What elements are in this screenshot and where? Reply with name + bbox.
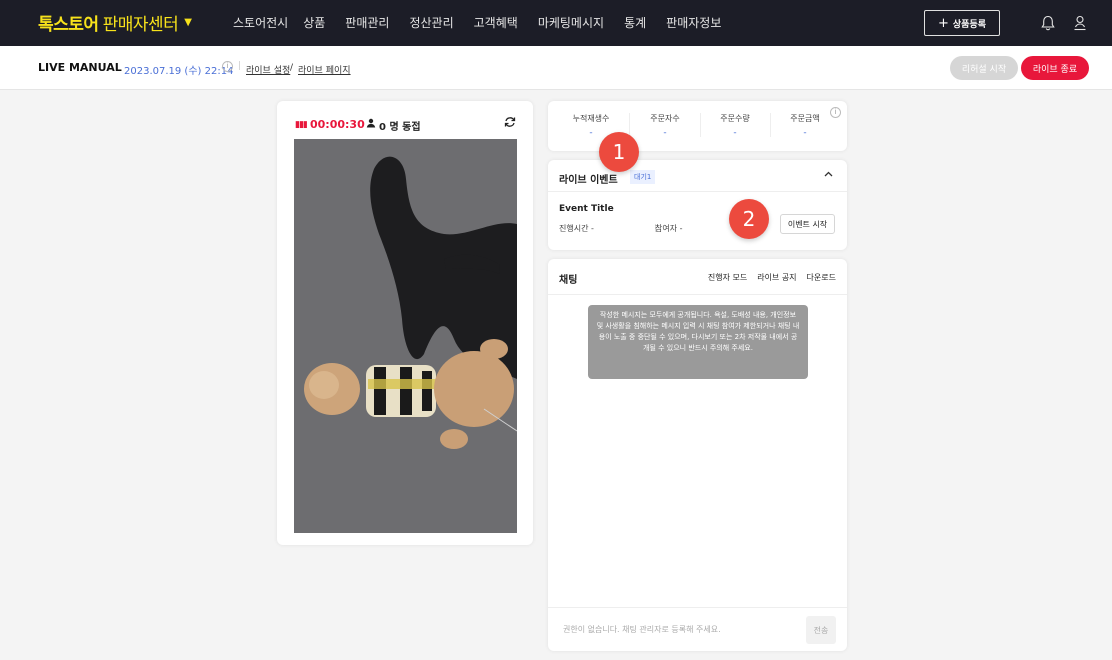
add-product-button[interactable]: + 상품등록 [924,10,1000,36]
live-stats-card: 누적재생수 - 주문자수 - 주문수량 - 주문금액 - i [548,101,847,151]
info-icon[interactable]: i [222,61,233,72]
refresh-icon[interactable] [504,116,516,132]
menu-item-products[interactable]: 상품 [303,14,325,31]
event-participants: 참여자 - [655,224,683,233]
event-duration: 진행시간 - [559,224,594,233]
chat-card: 채팅 진행자 모드 라이브 공지 다운로드 작성한 메시지는 모두에게 공개됩니… [548,259,847,651]
chat-header: 채팅 진행자 모드 라이브 공지 다운로드 [548,259,847,295]
menu-item-seller-info[interactable]: 판매자정보 [666,14,721,31]
page-title: LIVE MANUAL [38,61,122,74]
send-button[interactable]: 전송 [806,616,836,644]
menu-item-benefits[interactable]: 고객혜택 [474,14,518,31]
menu-item-store-display[interactable]: 스토어전시 [233,14,288,31]
stat-label: 주문자수 [650,114,680,123]
person-icon [366,118,376,131]
link-separator: / [290,63,294,73]
stat-value: - [663,128,667,138]
concurrent-viewers: 0 명 동접 [379,122,421,133]
user-icon[interactable] [1068,11,1092,35]
event-name: Event Title [559,204,614,214]
menu-item-sales[interactable]: 판매관리 [345,14,389,31]
add-product-label: 상품등록 [952,19,987,30]
step-marker-1: 1 [599,132,639,172]
live-video-stream[interactable] [294,139,517,533]
chat-notice: 작성한 메시지는 모두에게 공개됩니다. 욕설, 도배성 내용, 개인정보 및 … [588,305,808,379]
stat-label: 누적재생수 [572,114,610,123]
stat-orderers: 주문자수 - [630,113,700,138]
live-page-link[interactable]: 라이브 페이지 [298,63,351,76]
brand-name: 톡스토어 [38,15,99,35]
stat-order-quantity: 주문수량 - [700,113,770,138]
live-settings-link[interactable]: 라이브 설정 [246,63,290,76]
step-marker-2: 2 [729,199,769,239]
live-datetime: 2023.07.19 (수) 22:14 [124,66,234,77]
live-subheader: LIVE MANUAL 2023.07.19 (수) 22:14 i | 라이브… [0,46,1112,90]
main-menu: 스토어전시 상품 판매관리 정산관리 고객혜택 마케팅메시지 통계 판매자정보 [233,14,741,31]
rehearsal-start-button[interactable]: 리허설 시작 [950,56,1018,80]
info-icon[interactable]: i [830,107,841,118]
live-signal-icon: ▮▮▮ [295,120,308,130]
menu-item-stats[interactable]: 통계 [624,14,646,31]
menu-item-marketing[interactable]: 마케팅메시지 [538,14,604,31]
live-event-card: 라이브 이벤트 대기1 Event Title 진행시간 - | 참여자 - 이… [548,160,847,250]
chat-input[interactable]: 권한이 없습니다. 채팅 관리자로 등록해 주세요. [563,624,721,635]
chevron-up-icon[interactable] [824,170,833,180]
chat-tabs: 진행자 모드 라이브 공지 다운로드 [698,272,836,283]
live-video-card: ▮▮▮ 00:00:30 0 명 동접 [277,101,533,545]
bell-icon[interactable] [1036,11,1060,35]
caret-down-icon: ▼ [184,17,192,28]
event-header[interactable]: 라이브 이벤트 대기1 [548,160,847,192]
download-tab[interactable]: 다운로드 [807,272,836,283]
event-start-button[interactable]: 이벤트 시작 [780,214,835,234]
chat-title: 채팅 [559,275,578,286]
event-status-badge: 대기1 [630,170,656,184]
stat-value: - [803,128,807,138]
live-timer: 00:00:30 [310,118,365,131]
event-section-title: 라이브 이벤트 [559,175,618,186]
menu-item-settlement[interactable]: 정산관리 [409,14,453,31]
top-navigation: 톡스토어 판매자센터 ▼ 스토어전시 상품 판매관리 정산관리 고객혜택 마케팅… [0,0,1112,46]
brand-subtitle: 판매자센터 [102,15,179,35]
live-end-button[interactable]: 라이브 종료 [1021,56,1089,80]
stat-value: - [733,128,737,138]
stat-label: 주문수량 [720,114,750,123]
stat-order-amount: 주문금액 - [770,113,840,138]
plus-icon: + [937,15,949,31]
brand-switcher[interactable]: 톡스토어 판매자센터 ▼ [38,10,192,35]
divider: | [238,61,242,71]
host-mode-tab[interactable]: 진행자 모드 [708,272,747,283]
chat-input-area: 권한이 없습니다. 채팅 관리자로 등록해 주세요. 전송 [548,607,847,651]
live-notice-tab[interactable]: 라이브 공지 [757,272,796,283]
